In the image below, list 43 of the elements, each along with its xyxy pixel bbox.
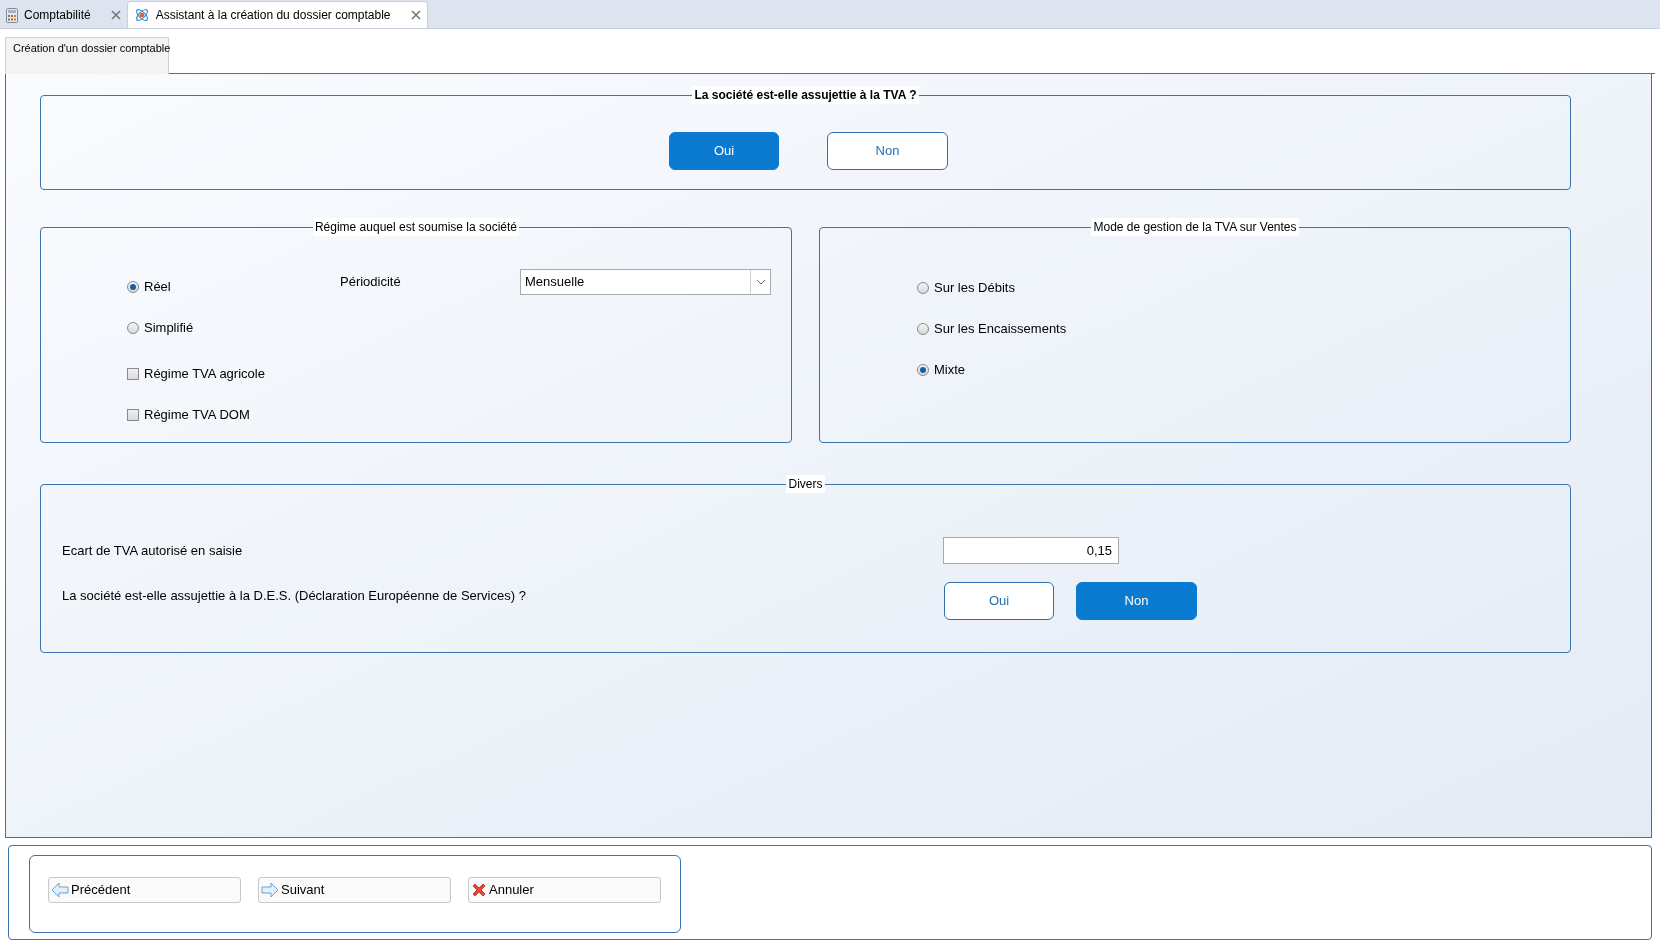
choice-button[interactable]: Oui xyxy=(669,132,779,170)
radio-label: Sur les Encaissements xyxy=(934,320,1067,339)
periodicity-dropdown[interactable]: Mensuelle xyxy=(520,269,771,295)
tab-label: Comptabilité xyxy=(24,7,91,24)
atom-icon xyxy=(133,7,150,23)
field-label: Périodicité xyxy=(340,273,402,292)
group-title: Mode de gestion de la TVA sur Ventes xyxy=(1091,218,1299,236)
tolerance-input[interactable]: 0,15 xyxy=(943,537,1119,564)
checkbox-label: Régime TVA DOM xyxy=(144,406,250,425)
tab[interactable]: Assistant à la création du dossier comptable xyxy=(126,1,428,28)
question-text: La société est-elle assujettie à la D.E.S. (Déclaration Européenne de Services) ? xyxy=(62,587,527,605)
radio-label: Mixte xyxy=(934,361,966,380)
radio-label: Réel xyxy=(144,278,171,297)
calculator-icon xyxy=(6,7,18,23)
group-title: La société est-elle assujettie à la TVA ? xyxy=(692,86,919,104)
wizard-button[interactable]: Annuler xyxy=(468,877,661,903)
tab-label: Assistant à la création du dossier comptable xyxy=(155,7,391,24)
radio-button[interactable] xyxy=(917,364,929,376)
radio-button[interactable] xyxy=(127,322,139,334)
radio-label: Sur les Débits xyxy=(934,279,1015,298)
checkbox[interactable] xyxy=(127,409,139,421)
cross-icon xyxy=(471,882,487,898)
group-title: Divers xyxy=(786,475,825,493)
choice-button[interactable]: Oui xyxy=(944,582,1054,620)
checkbox[interactable] xyxy=(127,368,139,380)
page-tab[interactable]: Création d'un dossier comptable xyxy=(5,37,169,74)
arrow-left-icon xyxy=(51,882,69,898)
arrow-right-icon xyxy=(261,882,279,898)
wizard-button[interactable]: Précédent xyxy=(48,877,241,903)
group-title: Régime auquel est soumise la société xyxy=(312,218,520,236)
radio-button[interactable] xyxy=(127,281,139,293)
choice-button[interactable]: Non xyxy=(1076,582,1197,620)
checkbox-label: Régime TVA agricole xyxy=(144,365,265,384)
radio-label: Simplifié xyxy=(144,319,194,338)
field-label: Ecart de TVA autorisé en saisie xyxy=(62,541,244,560)
dropdown-value: Mensuelle xyxy=(524,273,586,292)
chevron-down-icon xyxy=(755,279,766,285)
choice-button[interactable]: Non xyxy=(827,132,948,170)
radio-button[interactable] xyxy=(917,282,929,294)
close-icon[interactable] xyxy=(410,10,421,20)
close-icon[interactable] xyxy=(110,10,121,20)
wizard-button[interactable]: Suivant xyxy=(258,877,451,903)
radio-button[interactable] xyxy=(917,323,929,335)
